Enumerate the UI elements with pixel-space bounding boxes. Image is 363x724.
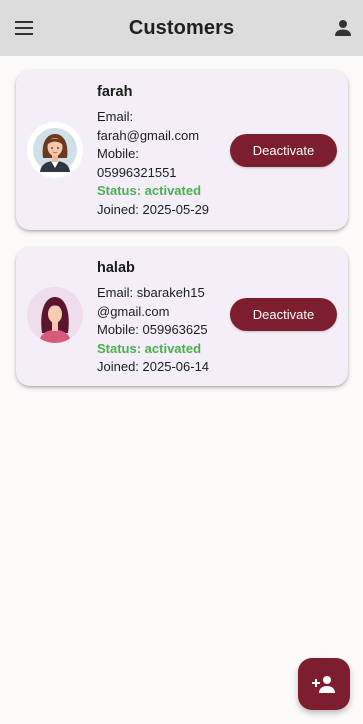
add-person-icon [312, 676, 335, 693]
page-title: Customers [128, 16, 235, 39]
status-text: Status: activated [97, 183, 202, 198]
customer-info: farah Email: farah@gmail.com Mobile: 059… [97, 83, 232, 219]
status-text: Status: activated [97, 340, 202, 356]
woman-avatar-icon [28, 123, 82, 177]
woman-avatar-icon [27, 287, 83, 343]
email-line-continued: @gmail.com [97, 303, 170, 319]
mobile-line: Mobile: 059963625 [97, 322, 208, 337]
deactivate-button[interactable]: Deactivate [230, 134, 337, 167]
menu-button[interactable] [12, 16, 36, 40]
deactivate-button[interactable]: Deactivate [230, 298, 337, 331]
customer-card: halab Email: sbarakeh15 @gmail.com Mobil… [16, 247, 348, 386]
joined-date: Joined: 2025-05-29 [97, 201, 210, 217]
app-bar: Customers [0, 0, 363, 56]
mobile-label: Mobile: [97, 146, 139, 161]
mobile-value: 05996321551 [97, 164, 177, 180]
customer-card: farah Email: farah@gmail.com Mobile: 059… [16, 70, 348, 230]
customer-info: halab Email: sbarakeh15 @gmail.com Mobil… [97, 259, 232, 377]
email-line: Email: sbarakeh15 [97, 285, 205, 300]
email-label: Email: [97, 109, 134, 124]
email-value: farah@gmail.com [97, 127, 200, 143]
customer-name: farah [97, 84, 133, 100]
customer-name: halab [97, 260, 135, 276]
joined-date: Joined: 2025-06-14 [97, 359, 210, 374]
avatar [27, 287, 83, 343]
person-icon [335, 20, 351, 36]
profile-button[interactable] [331, 16, 355, 40]
menu-icon [15, 21, 33, 35]
avatar [27, 122, 83, 178]
add-customer-button[interactable] [298, 658, 350, 710]
